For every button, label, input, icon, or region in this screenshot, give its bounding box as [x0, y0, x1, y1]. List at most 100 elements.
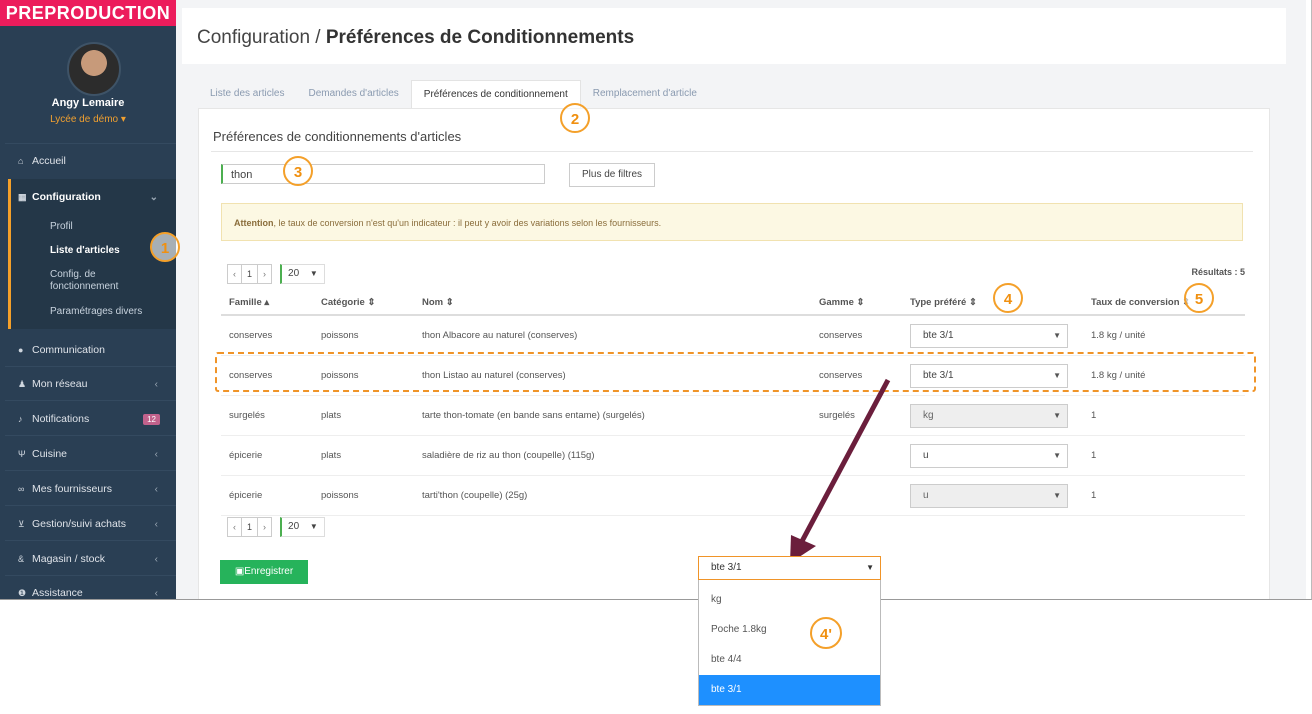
table-row: épicerie poissons tarti'thon (coupelle) …	[221, 475, 1245, 516]
caret-down-icon: ▼	[309, 269, 318, 278]
sidebar-item-label: Cuisine	[32, 448, 68, 460]
cell-nom: tarte thon-tomate (en bande sans entame)…	[414, 395, 811, 436]
page-title-strong: Préférences de Conditionnements	[325, 27, 635, 48]
type-value: u	[923, 449, 929, 461]
divider	[5, 143, 176, 144]
table-row: surgelés plats tarte thon-tomate (en ban…	[221, 395, 1245, 436]
divider	[5, 575, 176, 576]
page-header: Configuration / Préférences de Condition…	[182, 8, 1286, 64]
dropdown-option[interactable]: bte 4/4	[699, 645, 880, 675]
sidebar-item-label: Communication	[32, 344, 105, 356]
sidebar-item-accueil[interactable]: ⌂ Accueil	[18, 155, 168, 167]
column-header-gamme[interactable]: Gamme ⇕	[811, 290, 902, 316]
annotation-2: 2	[560, 103, 590, 133]
divider	[5, 505, 176, 506]
tab-liste-articles[interactable]: Liste des articles	[198, 80, 296, 108]
dropdown-current[interactable]: bte 3/1 ▼	[698, 556, 881, 580]
divider	[5, 435, 176, 436]
next-page-button[interactable]: ›	[258, 517, 273, 537]
cutlery-icon: Ψ	[18, 449, 26, 459]
chevron-left-icon: ‹	[154, 518, 158, 530]
sidebar-item-assistance[interactable]: ❶ Assistance ‹	[18, 587, 168, 599]
sidebar-subitem-profil[interactable]: Profil	[50, 221, 73, 232]
divider	[211, 151, 1253, 152]
preferences-table: Famille ▴ Catégorie ⇕ Nom ⇕ Gamme ⇕ Type…	[221, 290, 1245, 516]
cell-famille: épicerie	[221, 435, 313, 476]
annotation-5: 5	[1184, 283, 1214, 313]
tab-bar: Liste des articles Demandes d'articles P…	[198, 80, 709, 108]
dropdown-option-selected[interactable]: bte 3/1	[699, 675, 880, 705]
page-size-select[interactable]: 20 ▼	[280, 517, 325, 537]
type-select[interactable]: u ▼	[910, 443, 1068, 468]
column-header-taux[interactable]: Taux de conversion ⇕	[1083, 290, 1245, 316]
save-button[interactable]: ▣Enregistrer	[220, 560, 308, 584]
sidebar-item-notifications[interactable]: ♪ Notifications 12	[18, 413, 168, 425]
chevron-left-icon: ‹	[154, 553, 158, 565]
school-selector[interactable]: Lycée de démo ▾	[0, 114, 176, 125]
caret-down-icon: ▼	[309, 522, 318, 531]
column-header-nom[interactable]: Nom ⇕	[414, 290, 811, 316]
cell-categorie: plats	[313, 395, 414, 436]
sidebar-item-label: Notifications	[32, 413, 90, 425]
breadcrumb: Configuration /	[197, 27, 326, 48]
page-number-button[interactable]: 1	[242, 517, 259, 537]
sidebar-item-achats[interactable]: ⊻ Gestion/suivi achats ‹	[18, 518, 168, 530]
chevron-left-icon: ‹	[154, 587, 158, 599]
cell-type: kg ▼	[902, 395, 1083, 436]
sidebar-item-configuration[interactable]: ▦ Configuration ⌄	[18, 191, 168, 203]
sidebar-item-mon-reseau[interactable]: ♟ Mon réseau ‹	[18, 378, 168, 390]
cell-famille: surgelés	[221, 395, 313, 436]
tab-preferences-conditionnement[interactable]: Préférences de conditionnement	[410, 80, 581, 108]
search-input[interactable]: thon	[221, 164, 545, 184]
annotation-4-prime: 4'	[810, 617, 842, 649]
caret-down-icon: ▼	[1053, 410, 1061, 420]
cell-taux: 1.8 kg / unité	[1083, 315, 1245, 356]
cell-taux: 1	[1083, 435, 1245, 476]
sidebar: PREPRODUCTION Angy Lemaire Lycée de démo…	[0, 0, 179, 599]
users-icon: ♟	[18, 378, 27, 389]
sidebar-subitem-parametrages[interactable]: Paramétrages divers	[50, 306, 142, 317]
sidebar-item-label: Magasin / stock	[32, 553, 105, 565]
sidebar-item-magasin[interactable]: & Magasin / stock ‹	[18, 553, 168, 565]
cell-nom: tarti'thon (coupelle) (25g)	[414, 475, 811, 516]
more-filters-button[interactable]: Plus de filtres	[569, 163, 655, 187]
bell-icon: ♪	[18, 414, 23, 424]
column-header-famille[interactable]: Famille ▴	[221, 290, 313, 316]
pagination-top: ‹ 1 › 20 ▼	[227, 264, 325, 284]
sidebar-item-label: Mon réseau	[32, 378, 88, 390]
caret-down-icon: ▼	[1053, 450, 1061, 460]
prev-page-button[interactable]: ‹	[227, 517, 242, 537]
page-number-button[interactable]: 1	[242, 264, 259, 284]
prev-page-button[interactable]: ‹	[227, 264, 242, 284]
sidebar-item-fournisseurs[interactable]: ∞ Mes fournisseurs ‹	[18, 483, 168, 495]
cell-taux: 1	[1083, 395, 1245, 436]
divider	[5, 366, 176, 367]
bank-icon: ▦	[18, 191, 27, 202]
tab-remplacement-article[interactable]: Remplacement d'article	[581, 80, 709, 108]
dropdown-option[interactable]: Poche 1.8kg	[699, 615, 880, 645]
floppy-icon: ▣	[234, 566, 245, 577]
cell-nom: saladière de riz au thon (coupelle) (115…	[414, 435, 811, 476]
chat-icon: ●	[18, 345, 24, 355]
tab-demandes-articles[interactable]: Demandes d'articles	[296, 80, 410, 108]
info-icon: ❶	[18, 587, 27, 598]
page-size-select[interactable]: 20 ▼	[280, 264, 325, 284]
avatar[interactable]	[67, 42, 121, 96]
type-select-disabled: u ▼	[910, 483, 1068, 508]
type-select[interactable]: bte 3/1 ▼	[910, 323, 1068, 348]
caret-down-icon: ▼	[1053, 330, 1061, 340]
column-header-categorie[interactable]: Catégorie ⇕	[313, 290, 414, 316]
app-window: PREPRODUCTION Angy Lemaire Lycée de démo…	[0, 0, 1312, 600]
type-dropdown-open[interactable]: bte 3/1 ▼ kg Poche 1.8kg bte 4/4 bte 3/1	[698, 556, 881, 706]
sidebar-subitem-liste-articles[interactable]: Liste d'articles	[50, 245, 120, 256]
sidebar-item-label: Assistance	[32, 587, 83, 599]
type-value: kg	[923, 409, 934, 421]
next-page-button[interactable]: ›	[258, 264, 273, 284]
table-row: épicerie plats saladière de riz au thon …	[221, 435, 1245, 476]
dropdown-option[interactable]: kg	[699, 585, 880, 615]
annotation-4: 4	[993, 283, 1023, 313]
sidebar-subitem-config-fonctionnement[interactable]: Config. de fonctionnement	[50, 269, 150, 293]
sidebar-item-communication[interactable]: ● Communication	[18, 344, 168, 356]
sidebar-item-cuisine[interactable]: Ψ Cuisine ‹	[18, 448, 168, 460]
save-label: Enregistrer	[244, 566, 294, 577]
